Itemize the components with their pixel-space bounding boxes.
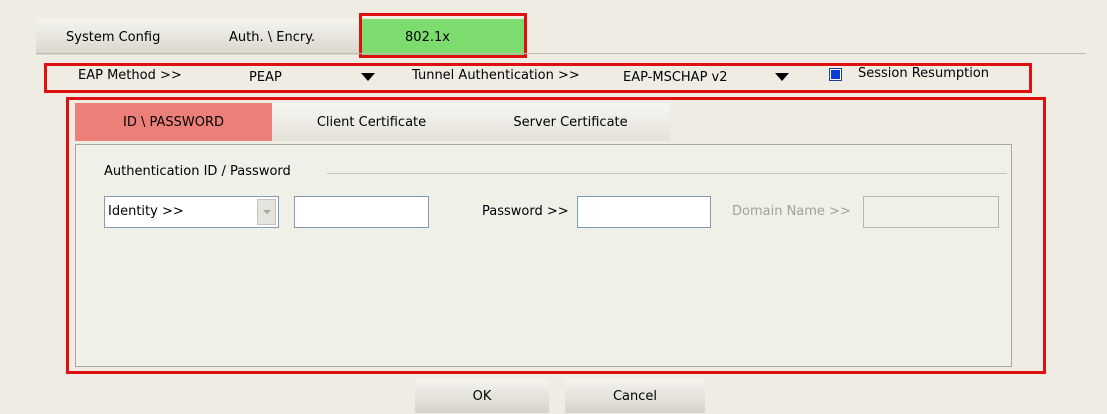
tab-divider <box>36 53 1086 54</box>
subtab-label: Server Certificate <box>513 114 628 130</box>
id-password-panel: Authentication ID / Password Identity >>… <box>75 144 1012 367</box>
cancel-button-label: Cancel <box>612 388 658 404</box>
password-field[interactable] <box>577 196 711 228</box>
session-resumption-label: Session Resumption <box>858 66 990 81</box>
subtab-label: Client Certificate <box>316 114 427 130</box>
tab-label: System Config <box>66 29 161 45</box>
tab-label: Auth. \ Encry. <box>229 29 316 45</box>
domain-name-label: Domain Name >> <box>732 204 851 219</box>
subtab-server-certificate[interactable]: Server Certificate <box>471 103 670 141</box>
tunnel-auth-value[interactable]: EAP-MSCHAP v2 <box>623 70 728 85</box>
auth-group-label: Authentication ID / Password <box>104 164 291 179</box>
tunnel-auth-dropdown-arrow-icon[interactable] <box>775 73 789 81</box>
tunnel-auth-label: Tunnel Authentication >> <box>412 68 580 83</box>
eap-method-dropdown-arrow-icon[interactable] <box>361 73 375 81</box>
identity-select-value: Identity >> <box>108 204 184 219</box>
group-divider <box>327 173 1007 174</box>
ok-button-label: OK <box>472 388 492 404</box>
identity-select[interactable]: Identity >> <box>104 196 279 228</box>
highlight-8021x-tab <box>359 13 527 58</box>
eap-method-value[interactable]: PEAP <box>249 70 282 85</box>
eap-method-label: EAP Method >> <box>78 68 182 83</box>
password-label: Password >> <box>482 204 569 219</box>
identity-select-button[interactable] <box>257 199 276 225</box>
ok-button[interactable]: OK <box>415 379 549 413</box>
subtab-id-password[interactable]: ID \ PASSWORD <box>75 103 272 141</box>
chevron-down-icon <box>263 210 271 214</box>
subtab-label: ID \ PASSWORD <box>122 114 225 130</box>
session-resumption-checkbox[interactable] <box>829 68 842 81</box>
tab-system-config[interactable]: System Config <box>36 19 216 55</box>
subtab-client-certificate[interactable]: Client Certificate <box>272 103 471 141</box>
identity-field[interactable] <box>294 196 429 228</box>
domain-name-field <box>863 196 999 228</box>
tab-auth-encry[interactable]: Auth. \ Encry. <box>199 19 359 55</box>
cancel-button[interactable]: Cancel <box>565 379 705 413</box>
